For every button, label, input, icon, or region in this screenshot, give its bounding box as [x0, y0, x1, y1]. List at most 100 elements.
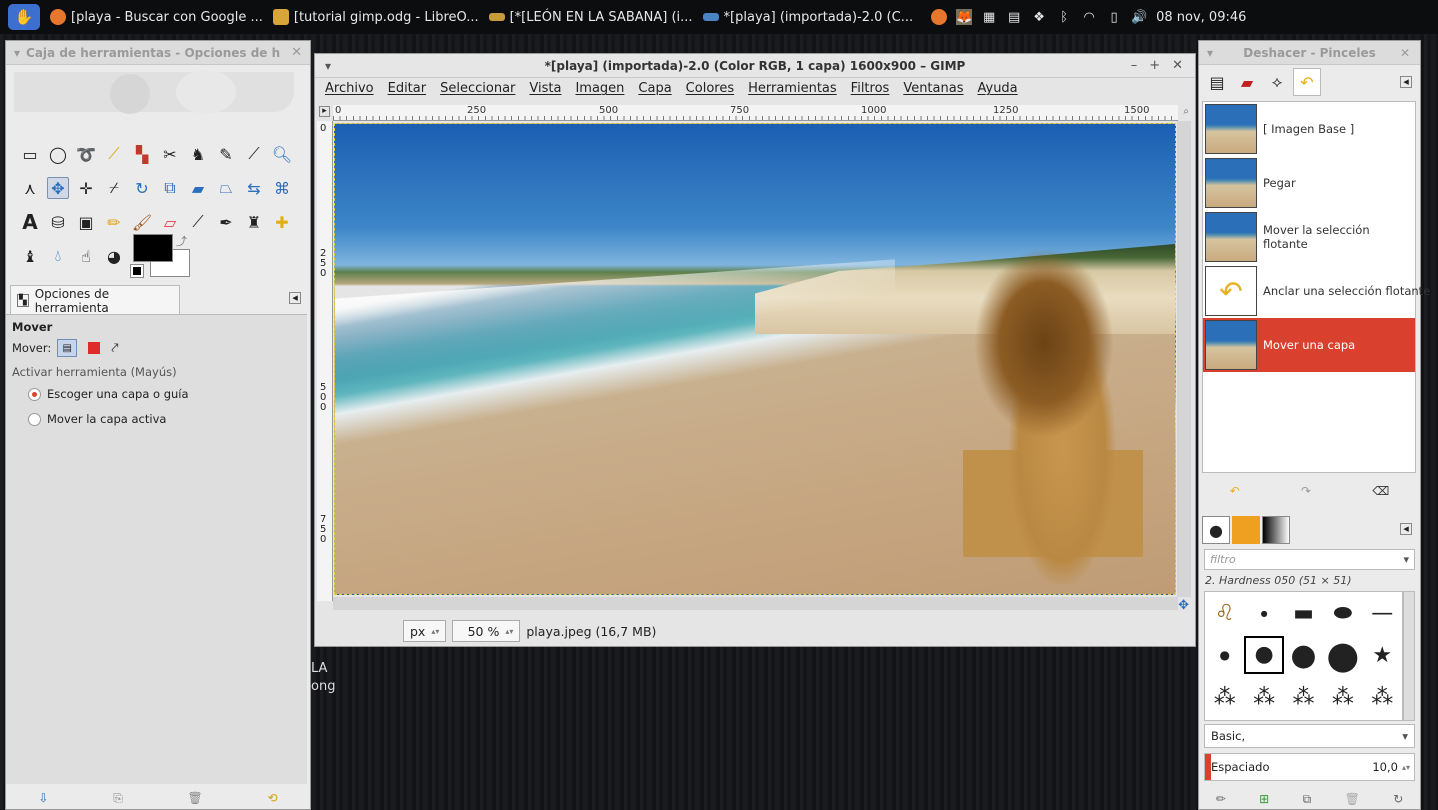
history-item[interactable]: ↶ Anclar una selección flotante [1203, 264, 1430, 318]
move-tool[interactable]: ✥ [44, 171, 72, 205]
foreground-color-swatch-top[interactable] [133, 234, 173, 262]
flip-tool[interactable]: ⇆ [240, 171, 268, 205]
panel-menu-icon[interactable]: ◂ [1400, 76, 1412, 88]
paths-tab-icon[interactable]: ⟡ [1263, 68, 1291, 96]
rotate-tool[interactable]: ↻ [128, 171, 156, 205]
scale-tool[interactable]: ⧉ [156, 171, 184, 205]
clock[interactable]: 08 nov, 09:46 [1156, 10, 1246, 25]
undo-icon[interactable]: ↶ [1230, 484, 1240, 498]
duplicate-brush-icon[interactable]: ⧉ [1303, 792, 1312, 807]
save-preset-icon[interactable]: ⇩ [38, 791, 48, 805]
volume-icon[interactable]: 🔊 [1131, 9, 1147, 25]
brush-large-round-icon[interactable]: ● [1323, 633, 1362, 677]
image-canvas[interactable] [334, 123, 1176, 595]
menu-ventanas[interactable]: Ventanas [903, 81, 963, 96]
reset-options-icon[interactable]: ⟲ [268, 791, 278, 805]
history-item-selected[interactable]: Mover una capa [1203, 318, 1415, 372]
shear-tool[interactable]: ▰ [184, 171, 212, 205]
rect-select-tool[interactable]: ▭ [16, 137, 44, 171]
delete-preset-icon[interactable]: 🗑︎ [188, 791, 203, 805]
minimize-icon[interactable]: – [1131, 58, 1138, 73]
vertical-scrollbar[interactable] [1177, 121, 1191, 597]
brush-splatter-icon[interactable]: ⁂ [1244, 685, 1283, 710]
perspective-tool[interactable]: ⏢ [212, 171, 240, 205]
heal-tool[interactable]: ✚ [268, 205, 296, 239]
menu-archivo[interactable]: Archivo [325, 81, 374, 96]
menu-colores[interactable]: Colores [686, 81, 734, 96]
bluetooth-icon[interactable]: ᛒ [1056, 9, 1072, 25]
app-menu-icon[interactable]: ✋ [8, 4, 40, 30]
dropbox-icon[interactable]: ❖ [1031, 9, 1047, 25]
move-path-mode-button[interactable]: ⤤ [111, 341, 118, 356]
gimp-icon[interactable]: 🦊 [956, 9, 972, 25]
align-tool[interactable]: ✛ [72, 171, 100, 205]
taskbar-task-gimp-playa[interactable]: *[playa] (importada)-2.0 (C... [702, 10, 913, 25]
color-select-tool[interactable]: ▚ [128, 137, 156, 171]
default-colors-icon[interactable] [130, 264, 144, 278]
image-window-titlebar[interactable]: ▾ *[playa] (importada)-2.0 (Color RGB, 1… [315, 54, 1195, 78]
window-menu-icon[interactable]: ▾ [325, 59, 331, 73]
brush-lion-icon[interactable]: ♌ [1205, 601, 1244, 626]
blur-tool[interactable]: 💧︎ [44, 239, 72, 273]
cage-tool[interactable]: ⌘ [268, 171, 296, 205]
clear-history-icon[interactable]: ⌫ [1372, 484, 1389, 498]
radio-pick-layer[interactable] [28, 387, 41, 401]
brush-ellipse-icon[interactable]: ⬬ [1323, 601, 1362, 626]
toolbox-titlebar[interactable]: ▾ Caja de herramientas - Opciones de h ✕ [6, 41, 310, 65]
history-item[interactable]: Mover la selección flotante [1203, 210, 1415, 264]
brush-star-icon[interactable]: ★ [1363, 643, 1402, 668]
radio-move-active-layer[interactable] [28, 412, 41, 426]
brush-splatter-icon[interactable]: ⁂ [1284, 685, 1323, 710]
canvas-lion-layer[interactable] [963, 249, 1143, 584]
notes-icon[interactable]: ▤ [1006, 9, 1022, 25]
brush-scrollbar[interactable] [1403, 591, 1415, 721]
brush-filter-input[interactable]: filtro ▾ [1204, 549, 1415, 570]
menu-herramientas[interactable]: Herramientas [748, 81, 837, 96]
ellipse-select-tool[interactable]: ◯ [44, 137, 72, 171]
bucket-fill-tool[interactable]: ⛁ [44, 205, 72, 239]
ink-tool[interactable]: ✒ [212, 205, 240, 239]
calculator-icon[interactable]: ▦ [981, 9, 997, 25]
perspective-clone-tool[interactable]: ♝ [16, 239, 44, 273]
fuzzy-select-tool[interactable]: ⟋ [100, 137, 128, 171]
unit-select[interactable]: px ▴▾ [403, 620, 447, 642]
spinner-icon[interactable]: ▴▾ [1402, 763, 1410, 772]
redo-icon[interactable]: ↷ [1301, 484, 1311, 498]
chevron-down-icon[interactable]: ▾ [1207, 46, 1213, 60]
refresh-brushes-icon[interactable]: ↻ [1393, 792, 1403, 806]
dock-titlebar[interactable]: ▾ Deshacer - Pinceles ✕ [1199, 41, 1420, 65]
patterns-tab-icon[interactable] [1232, 516, 1260, 544]
tab-tool-options[interactable]: ▚ Opciones de herramienta [10, 285, 180, 315]
taskbar-task-libreoffice[interactable]: [tutorial gimp.odg - LibreO... [272, 9, 479, 25]
quick-mask-menu-icon[interactable]: ▸ [319, 106, 330, 117]
smudge-tool[interactable]: ☝ [72, 239, 100, 273]
horizontal-scrollbar[interactable] [333, 597, 1178, 610]
swap-colors-icon[interactable]: ⤴ [176, 233, 187, 249]
new-brush-icon[interactable]: ⊞ [1259, 792, 1269, 806]
color-picker-tool[interactable]: ⟋ [240, 137, 268, 171]
history-item[interactable]: Pegar [1203, 156, 1415, 210]
taskbar-task-firefox[interactable]: [playa - Buscar con Google ... [50, 9, 263, 25]
wifi-icon[interactable]: ◠ [1081, 9, 1097, 25]
airbrush-tool[interactable]: ⟋ [184, 205, 212, 239]
brush-splatter-icon[interactable]: ⁂ [1363, 685, 1402, 710]
brush-preset-select[interactable]: Basic, ▾ [1204, 724, 1415, 748]
firefox-icon[interactable] [931, 9, 948, 25]
zoom-tool[interactable]: 🔍︎ [268, 137, 296, 171]
move-layer-mode-button[interactable]: ▤ [57, 339, 78, 357]
layers-tab-icon[interactable]: ▤ [1203, 68, 1231, 96]
brush-thin-line-icon[interactable]: — [1363, 601, 1402, 626]
text-tool[interactable]: A [16, 205, 44, 239]
brush-hardness-050-icon[interactable]: ● [1244, 636, 1284, 674]
taskbar-task-gimp-leon[interactable]: [*[LEÓN EN LA SABANA] (i... [488, 10, 693, 25]
blend-tool[interactable]: ▣ [72, 205, 100, 239]
panel-menu-icon[interactable]: ◂ [289, 292, 301, 304]
menu-imagen[interactable]: Imagen [575, 81, 624, 96]
brush-line-icon[interactable]: ▬ [1284, 601, 1323, 626]
chevron-down-icon[interactable]: ▾ [14, 46, 20, 60]
spacing-slider[interactable]: Espaciado 10,0 ▴▾ [1204, 753, 1415, 781]
navigate-icon[interactable]: ✥ [1178, 598, 1189, 613]
foreground-select-tool[interactable]: ♞ [184, 137, 212, 171]
close-icon[interactable]: ✕ [1400, 46, 1410, 60]
move-selection-mode-button[interactable] [88, 342, 101, 354]
